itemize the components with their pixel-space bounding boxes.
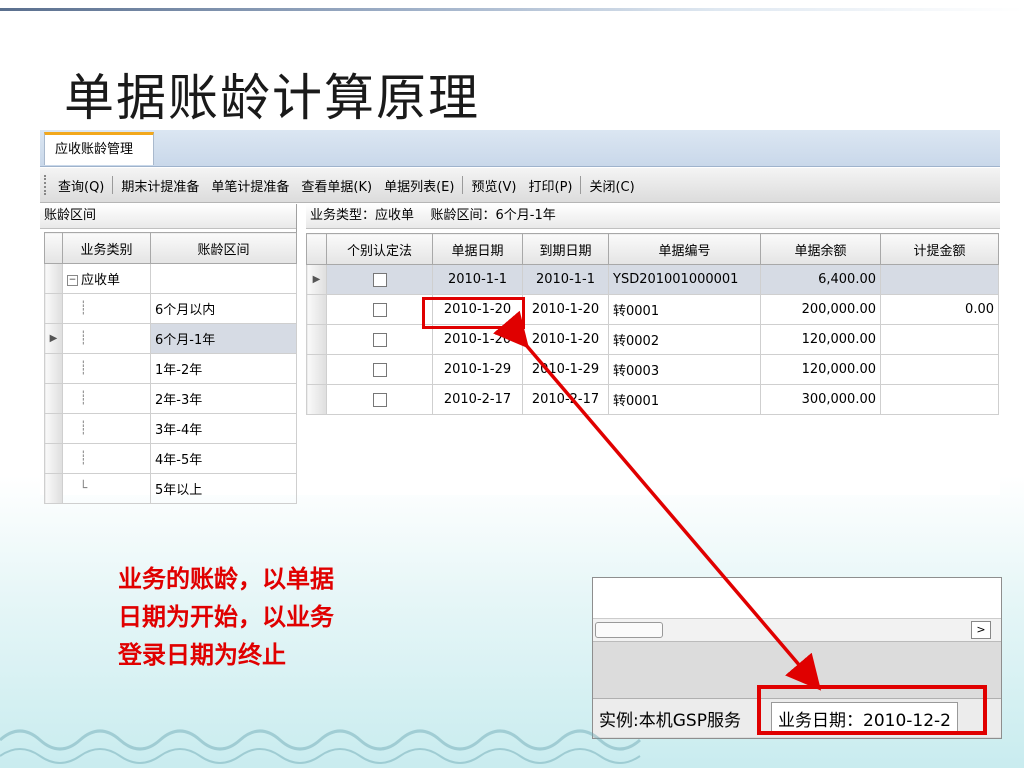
wave-decoration [0,729,642,764]
arrow-overlay [0,310,822,764]
double-arrow-icon [493,310,822,691]
